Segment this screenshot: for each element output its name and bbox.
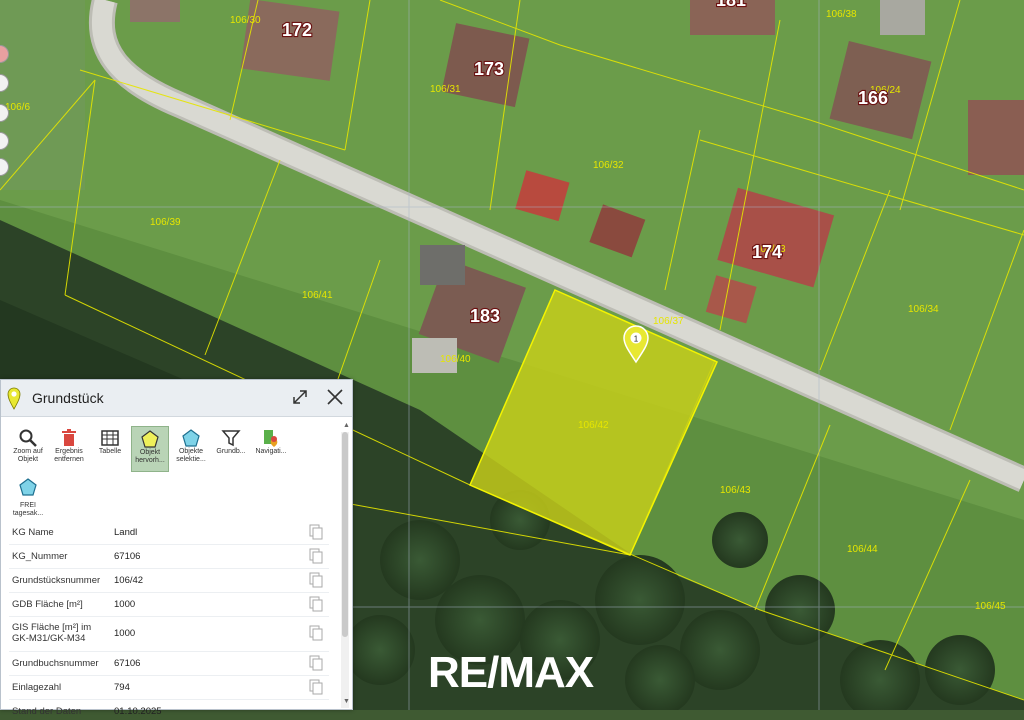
- tool-label: Navigati...: [255, 448, 287, 455]
- trash-icon: [62, 429, 76, 446]
- attribute-key: Grundbuchsnummer: [12, 658, 99, 669]
- parcel-label: 106/43: [720, 485, 751, 496]
- filter-icon: [221, 430, 241, 447]
- tool-label: Grundb...: [216, 448, 246, 455]
- highlight-object-button[interactable]: Objekt hervorh...: [131, 426, 169, 472]
- copy-icon[interactable]: [309, 596, 323, 612]
- attribute-value: 67106: [114, 551, 141, 562]
- table-button[interactable]: Tabelle: [91, 426, 129, 472]
- pin-icon: [7, 387, 21, 410]
- parcel-label: 106/30: [230, 15, 261, 26]
- tool-label: Ergebnis entfernen: [54, 448, 84, 463]
- house-number: 172: [282, 20, 312, 40]
- table-row: Grundbuchsnummer 67106: [9, 652, 329, 676]
- parcel-label: 106/44: [847, 544, 878, 555]
- attribute-key: GDB Fläche [m²]: [12, 599, 83, 610]
- parcel-label: 106/40: [440, 354, 471, 365]
- navigation-icon: [264, 430, 278, 447]
- remove-result-button[interactable]: Ergebnis entfernen: [50, 426, 88, 472]
- attribute-table: KG Name Landl KG_Nummer 67106 Grundstück…: [9, 521, 329, 720]
- scrollbar-thumb[interactable]: [342, 432, 348, 637]
- copy-icon[interactable]: [309, 548, 323, 564]
- attribute-key: Stand der Daten: [12, 706, 82, 717]
- attribute-value: 67106: [114, 658, 141, 669]
- tool-label: Tabelle: [98, 448, 122, 455]
- zoom-icon: [19, 429, 37, 447]
- house-number: 173: [474, 59, 504, 79]
- attribute-key: GIS Fläche [m²] im GK-M31/GK-M34: [12, 622, 92, 644]
- scroll-up-arrow-icon[interactable]: ▲: [343, 422, 350, 429]
- parcel-label: 106/45: [975, 601, 1006, 612]
- parcel-label: 106/41: [302, 290, 333, 301]
- copy-icon[interactable]: [309, 625, 323, 641]
- tool-label: Objekt hervorh...: [135, 449, 165, 464]
- panel-header: Grundstück: [1, 380, 352, 417]
- copy-icon[interactable]: [309, 572, 323, 588]
- select-objects-icon: [182, 429, 200, 447]
- attribute-key: Einlagezahl: [12, 682, 62, 693]
- house-number: 181: [716, 0, 746, 10]
- table-row: Einlagezahl 794: [9, 676, 329, 700]
- parcel-label: 106/37: [653, 316, 684, 327]
- parcel-info-panel: Grundstück Zoom auf Objekt Ergebnis entf…: [0, 379, 353, 717]
- zoom-to-object-button[interactable]: Zoom auf Objekt: [9, 426, 47, 472]
- copy-icon[interactable]: [309, 655, 323, 671]
- parcel-label: 106/42: [578, 420, 609, 431]
- parcel-label: 106/39: [150, 217, 181, 228]
- table-row: Stand der Daten 01.10.2025: [9, 700, 329, 720]
- table-row: GDB Fläche [m²] 1000: [9, 593, 329, 617]
- table-row: KG Name Landl: [9, 521, 329, 545]
- close-icon[interactable]: [326, 388, 344, 406]
- attribute-value: Landl: [114, 527, 138, 538]
- attribute-value: 1000: [114, 599, 136, 610]
- expand-icon[interactable]: [291, 388, 309, 406]
- table-row: GIS Fläche [m²] im GK-M31/GK-M34 1000: [9, 617, 329, 652]
- remax-watermark-logo: RE/MAX: [428, 648, 594, 697]
- frei-tagesaktuell-button[interactable]: FREI tagesak...: [9, 477, 47, 517]
- attribute-key: KG_Nummer: [12, 551, 68, 562]
- table-row: KG_Nummer 67106: [9, 545, 329, 569]
- tool-label: FREI tagesak...: [12, 502, 44, 517]
- panel-scrollbar[interactable]: [341, 432, 349, 708]
- attribute-value: 794: [114, 682, 130, 693]
- navigation-button[interactable]: Navigati...: [252, 426, 290, 472]
- table-icon: [101, 430, 119, 446]
- scroll-down-arrow-icon[interactable]: ▼: [343, 698, 350, 705]
- house-number: 183: [470, 306, 500, 326]
- parcel-label: 106/34: [908, 304, 939, 315]
- highlight-object-icon: [141, 430, 159, 448]
- select-objects-button[interactable]: Objekte selektie...: [172, 426, 210, 472]
- tool-label: Objekte selektie...: [176, 448, 206, 463]
- attribute-key: Grundstücksnummer: [12, 575, 101, 586]
- marker-number: 1: [634, 335, 639, 344]
- attribute-value: 1000: [114, 628, 136, 639]
- attribute-key: KG Name: [12, 527, 54, 538]
- grundbuch-button[interactable]: Grundb...: [212, 426, 250, 472]
- panel-title: Grundstück: [32, 390, 104, 406]
- copy-icon[interactable]: [309, 679, 323, 695]
- parcel-label: 106/32: [593, 160, 624, 171]
- table-row: Grundstücksnummer 106/42: [9, 569, 329, 593]
- house-number: 174: [752, 242, 782, 262]
- frei-icon: [19, 478, 37, 496]
- house-number: 166: [858, 88, 888, 108]
- attribute-value: 106/42: [114, 575, 144, 586]
- attribute-value: 01.10.2025: [114, 706, 162, 717]
- copy-icon[interactable]: [309, 524, 323, 540]
- parcel-label: 106/38: [826, 9, 857, 20]
- parcel-label: 106/31: [430, 84, 461, 95]
- tool-label: Zoom auf Objekt: [13, 448, 43, 463]
